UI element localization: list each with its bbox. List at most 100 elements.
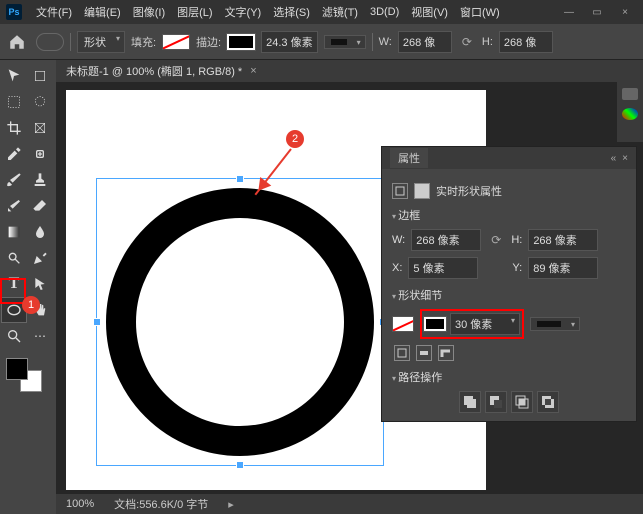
path-intersect[interactable] <box>511 391 533 413</box>
path-exclude[interactable] <box>537 391 559 413</box>
crop-tool[interactable] <box>2 116 26 140</box>
gradient-tool[interactable] <box>2 220 26 244</box>
menu-layer[interactable]: 图层(L) <box>171 4 218 20</box>
y-field[interactable]: 89 像素 <box>528 257 598 279</box>
tab-close-icon[interactable]: × <box>250 65 256 77</box>
document-tab[interactable]: 未标题-1 @ 100% (椭圆 1, RGB/8) * × <box>56 60 643 82</box>
mask-icon <box>414 183 430 199</box>
section-shape-detail[interactable]: 形状细节 <box>392 287 626 303</box>
menu-image[interactable]: 图像(I) <box>127 4 171 20</box>
frame-tool[interactable] <box>28 116 52 140</box>
stroke-width-field[interactable]: 24.3 像素 <box>261 31 317 53</box>
fill-swatch[interactable] <box>392 316 414 332</box>
app-logo: Ps <box>6 4 22 20</box>
annotation-highlight-3: 30 像素 <box>420 309 524 339</box>
move-tool[interactable] <box>2 64 26 88</box>
stroke-swatch[interactable] <box>424 317 446 331</box>
dock-icon[interactable] <box>622 88 638 100</box>
stamp-tool[interactable] <box>28 168 52 192</box>
dock-icon[interactable] <box>622 108 638 120</box>
x-field[interactable]: 5 像素 <box>408 257 478 279</box>
height-field[interactable]: 268 像素 <box>528 229 598 251</box>
chevron-right-icon[interactable]: ▸ <box>228 498 234 511</box>
eraser-tool[interactable] <box>28 194 52 218</box>
color-wells[interactable] <box>2 356 50 396</box>
type-tool[interactable]: T <box>2 272 26 296</box>
path-subtract[interactable] <box>485 391 507 413</box>
menu-edit[interactable]: 编辑(E) <box>78 4 127 20</box>
tool-preset-ellipse[interactable] <box>36 33 64 51</box>
width-field[interactable]: 268 像 <box>398 31 452 53</box>
height-label: H: <box>482 36 493 48</box>
menu-select[interactable]: 选择(S) <box>267 4 316 20</box>
menu-file[interactable]: 文件(F) <box>30 4 78 20</box>
zoom-level[interactable]: 100% <box>66 498 94 510</box>
maximize-button[interactable]: ▭ <box>585 4 609 20</box>
x-label: X: <box>392 262 402 274</box>
divider <box>70 33 71 51</box>
w-label: W: <box>392 234 405 246</box>
handle-left[interactable] <box>93 318 101 326</box>
heal-tool[interactable] <box>28 142 52 166</box>
height-field[interactable]: 268 像 <box>499 31 553 53</box>
fill-label: 填充: <box>131 34 156 50</box>
h-label: H: <box>511 234 522 246</box>
section-path-ops[interactable]: 路径操作 <box>392 369 626 385</box>
panel-collapse-icon[interactable]: « <box>611 153 617 164</box>
menu-3d[interactable]: 3D(D) <box>364 6 405 18</box>
width-label: W: <box>379 36 392 48</box>
divider <box>372 33 373 51</box>
annotation-badge-2: 2 <box>286 130 304 148</box>
status-bar: 100% 文档:556.6K/0 字节 ▸ <box>56 494 643 514</box>
shape-mode-dropdown[interactable]: 形状 <box>77 31 125 53</box>
foreground-color[interactable] <box>6 358 28 380</box>
marquee-tool[interactable] <box>2 90 26 114</box>
edit-toolbar[interactable]: ⋯ <box>28 324 52 348</box>
stroke-swatch[interactable] <box>227 34 255 50</box>
menu-filter[interactable]: 滤镜(T) <box>316 4 364 20</box>
link-wh-icon[interactable]: ⟳ <box>487 233 505 247</box>
annotation-badge-1: 1 <box>22 296 40 314</box>
history-brush-tool[interactable] <box>2 194 26 218</box>
link-wh-icon[interactable]: ⟳ <box>458 35 476 49</box>
blur-tool[interactable] <box>28 220 52 244</box>
selection-bounding-box[interactable] <box>96 178 384 466</box>
properties-panel[interactable]: 属性 « × 实时形状属性 边框 W: 268 像素 ⟳ H: 268 像素 <box>381 146 637 422</box>
brush-tool[interactable] <box>2 168 26 192</box>
close-button[interactable]: × <box>613 4 637 20</box>
menu-window[interactable]: 窗口(W) <box>454 4 506 20</box>
pen-tool[interactable] <box>28 246 52 270</box>
artboard-tool[interactable] <box>28 64 52 88</box>
shape-icon <box>392 183 408 199</box>
right-dock[interactable] <box>617 82 643 142</box>
lasso-tool[interactable] <box>28 90 52 114</box>
stroke-align-icon[interactable] <box>394 345 410 361</box>
document-title: 未标题-1 @ 100% (椭圆 1, RGB/8) * <box>66 63 242 79</box>
section-bounds[interactable]: 边框 <box>392 207 626 223</box>
minimize-button[interactable]: — <box>557 4 581 20</box>
stroke-label: 描边: <box>196 34 221 50</box>
doc-info: 文档:556.6K/0 字节 <box>114 496 208 512</box>
menu-view[interactable]: 视图(V) <box>405 4 454 20</box>
path-combine[interactable] <box>459 391 481 413</box>
fill-swatch[interactable] <box>162 34 190 50</box>
stroke-style-dropdown[interactable] <box>324 35 366 49</box>
stroke-width-field[interactable]: 30 像素 <box>450 313 520 335</box>
title-bar: Ps 文件(F) 编辑(E) 图像(I) 图层(L) 文字(Y) 选择(S) 滤… <box>0 0 643 24</box>
toolbox: T ⋯ 1 <box>0 60 56 514</box>
cap-type-icon[interactable] <box>416 345 432 361</box>
width-field[interactable]: 268 像素 <box>411 229 481 251</box>
eyedropper-tool[interactable] <box>2 142 26 166</box>
menu-type[interactable]: 文字(Y) <box>219 4 268 20</box>
home-icon[interactable] <box>8 33 26 51</box>
panel-tab-properties[interactable]: 属性 <box>390 148 428 168</box>
y-label: Y: <box>512 262 522 274</box>
path-select-tool[interactable] <box>28 272 52 296</box>
dodge-tool[interactable] <box>2 246 26 270</box>
handle-bottom[interactable] <box>236 461 244 469</box>
panel-close-icon[interactable]: × <box>622 153 628 164</box>
join-type-icon[interactable] <box>438 345 454 361</box>
zoom-tool[interactable] <box>2 324 26 348</box>
stroke-style-dropdown[interactable] <box>530 317 580 331</box>
handle-top[interactable] <box>236 175 244 183</box>
